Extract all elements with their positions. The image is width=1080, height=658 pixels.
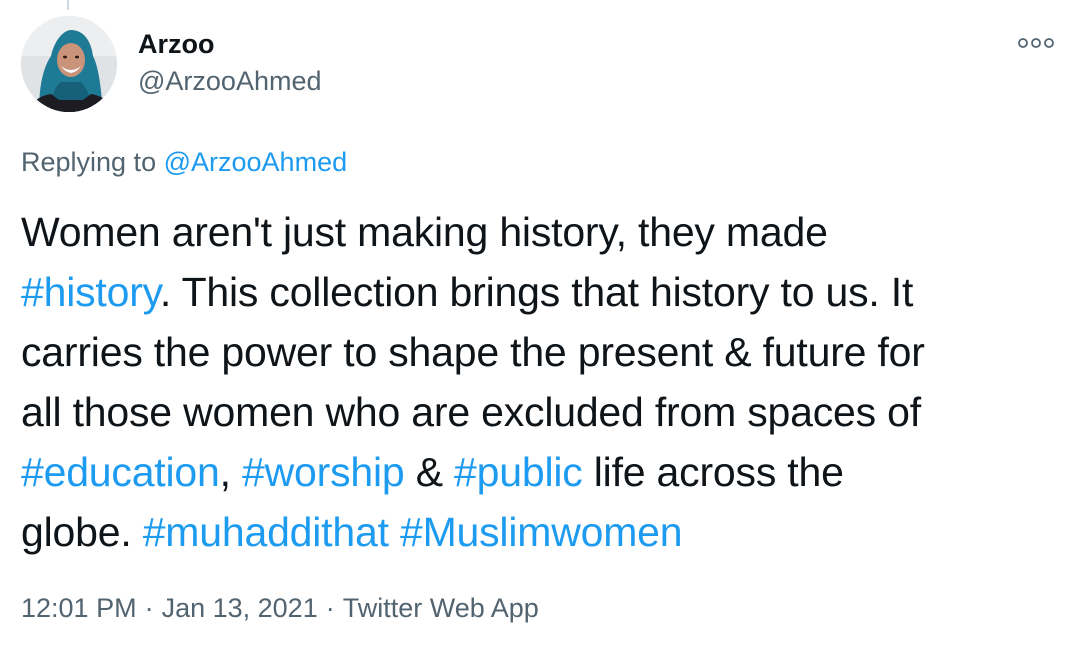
tweet-text-line: globe. #muhaddithat #Muslimwomen — [21, 502, 1071, 562]
hashtag-link[interactable]: #education — [21, 449, 220, 495]
tweet-text-segment: life across the — [582, 449, 844, 495]
profile-photo-icon[interactable] — [21, 16, 117, 112]
tweet-source: Twitter Web App — [342, 593, 539, 623]
tweet-text-line: carries the power to shape the present &… — [21, 322, 1071, 382]
meta-separator: · — [325, 593, 335, 623]
author-display-name[interactable]: Arzoo — [138, 27, 322, 61]
tweet-text-line: #education, #worship & #public life acro… — [21, 442, 1071, 502]
hashtag-link[interactable]: #history — [21, 269, 160, 315]
reply-mention-link[interactable]: @ArzooAhmed — [164, 147, 348, 177]
tweet-text: Women aren't just making history, they m… — [21, 202, 1071, 562]
tweet-metadata: 12:01 PM · Jan 13, 2021 · Twitter Web App — [21, 590, 539, 626]
hashtag-link[interactable]: #worship — [242, 449, 405, 495]
reply-context-prefix: Replying to — [21, 147, 157, 177]
tweet-text-segment: Women aren't just making history, they m… — [21, 209, 828, 255]
tweet-text-segment: . This collection brings that history to… — [159, 269, 914, 315]
tweet-text-segment: carries the power to shape the present &… — [21, 329, 925, 375]
hashtag-link[interactable]: #Muslimwomen — [400, 509, 683, 555]
meta-separator: · — [144, 593, 154, 623]
tweet-time[interactable]: 12:01 PM — [21, 593, 137, 623]
tweet-text-segment: & — [404, 449, 455, 495]
reply-context: Replying to @ArzooAhmed — [21, 144, 347, 180]
hashtag-link[interactable]: #muhaddithat — [143, 509, 389, 555]
tweet-text-segment: all those women who are excluded from sp… — [21, 389, 921, 435]
tweet-text-line: Women aren't just making history, they m… — [21, 202, 1071, 262]
author-handle[interactable]: @ArzooAhmed — [138, 64, 322, 98]
tweet-author: Arzoo @ArzooAhmed — [138, 27, 322, 98]
hashtag-link[interactable]: #public — [454, 449, 583, 495]
tweet-text-segment: globe. — [21, 509, 143, 555]
tweet-text-line: all those women who are excluded from sp… — [21, 382, 1071, 442]
tweet-text-segment — [389, 509, 400, 555]
more-options-icon[interactable] — [1016, 30, 1056, 56]
tweet: Arzoo @ArzooAhmed Replying to @ArzooAhme… — [0, 0, 1080, 658]
tweet-text-line: #history. This collection brings that hi… — [21, 262, 1071, 322]
tweet-date[interactable]: Jan 13, 2021 — [162, 593, 318, 623]
tweet-text-segment: , — [219, 449, 243, 495]
